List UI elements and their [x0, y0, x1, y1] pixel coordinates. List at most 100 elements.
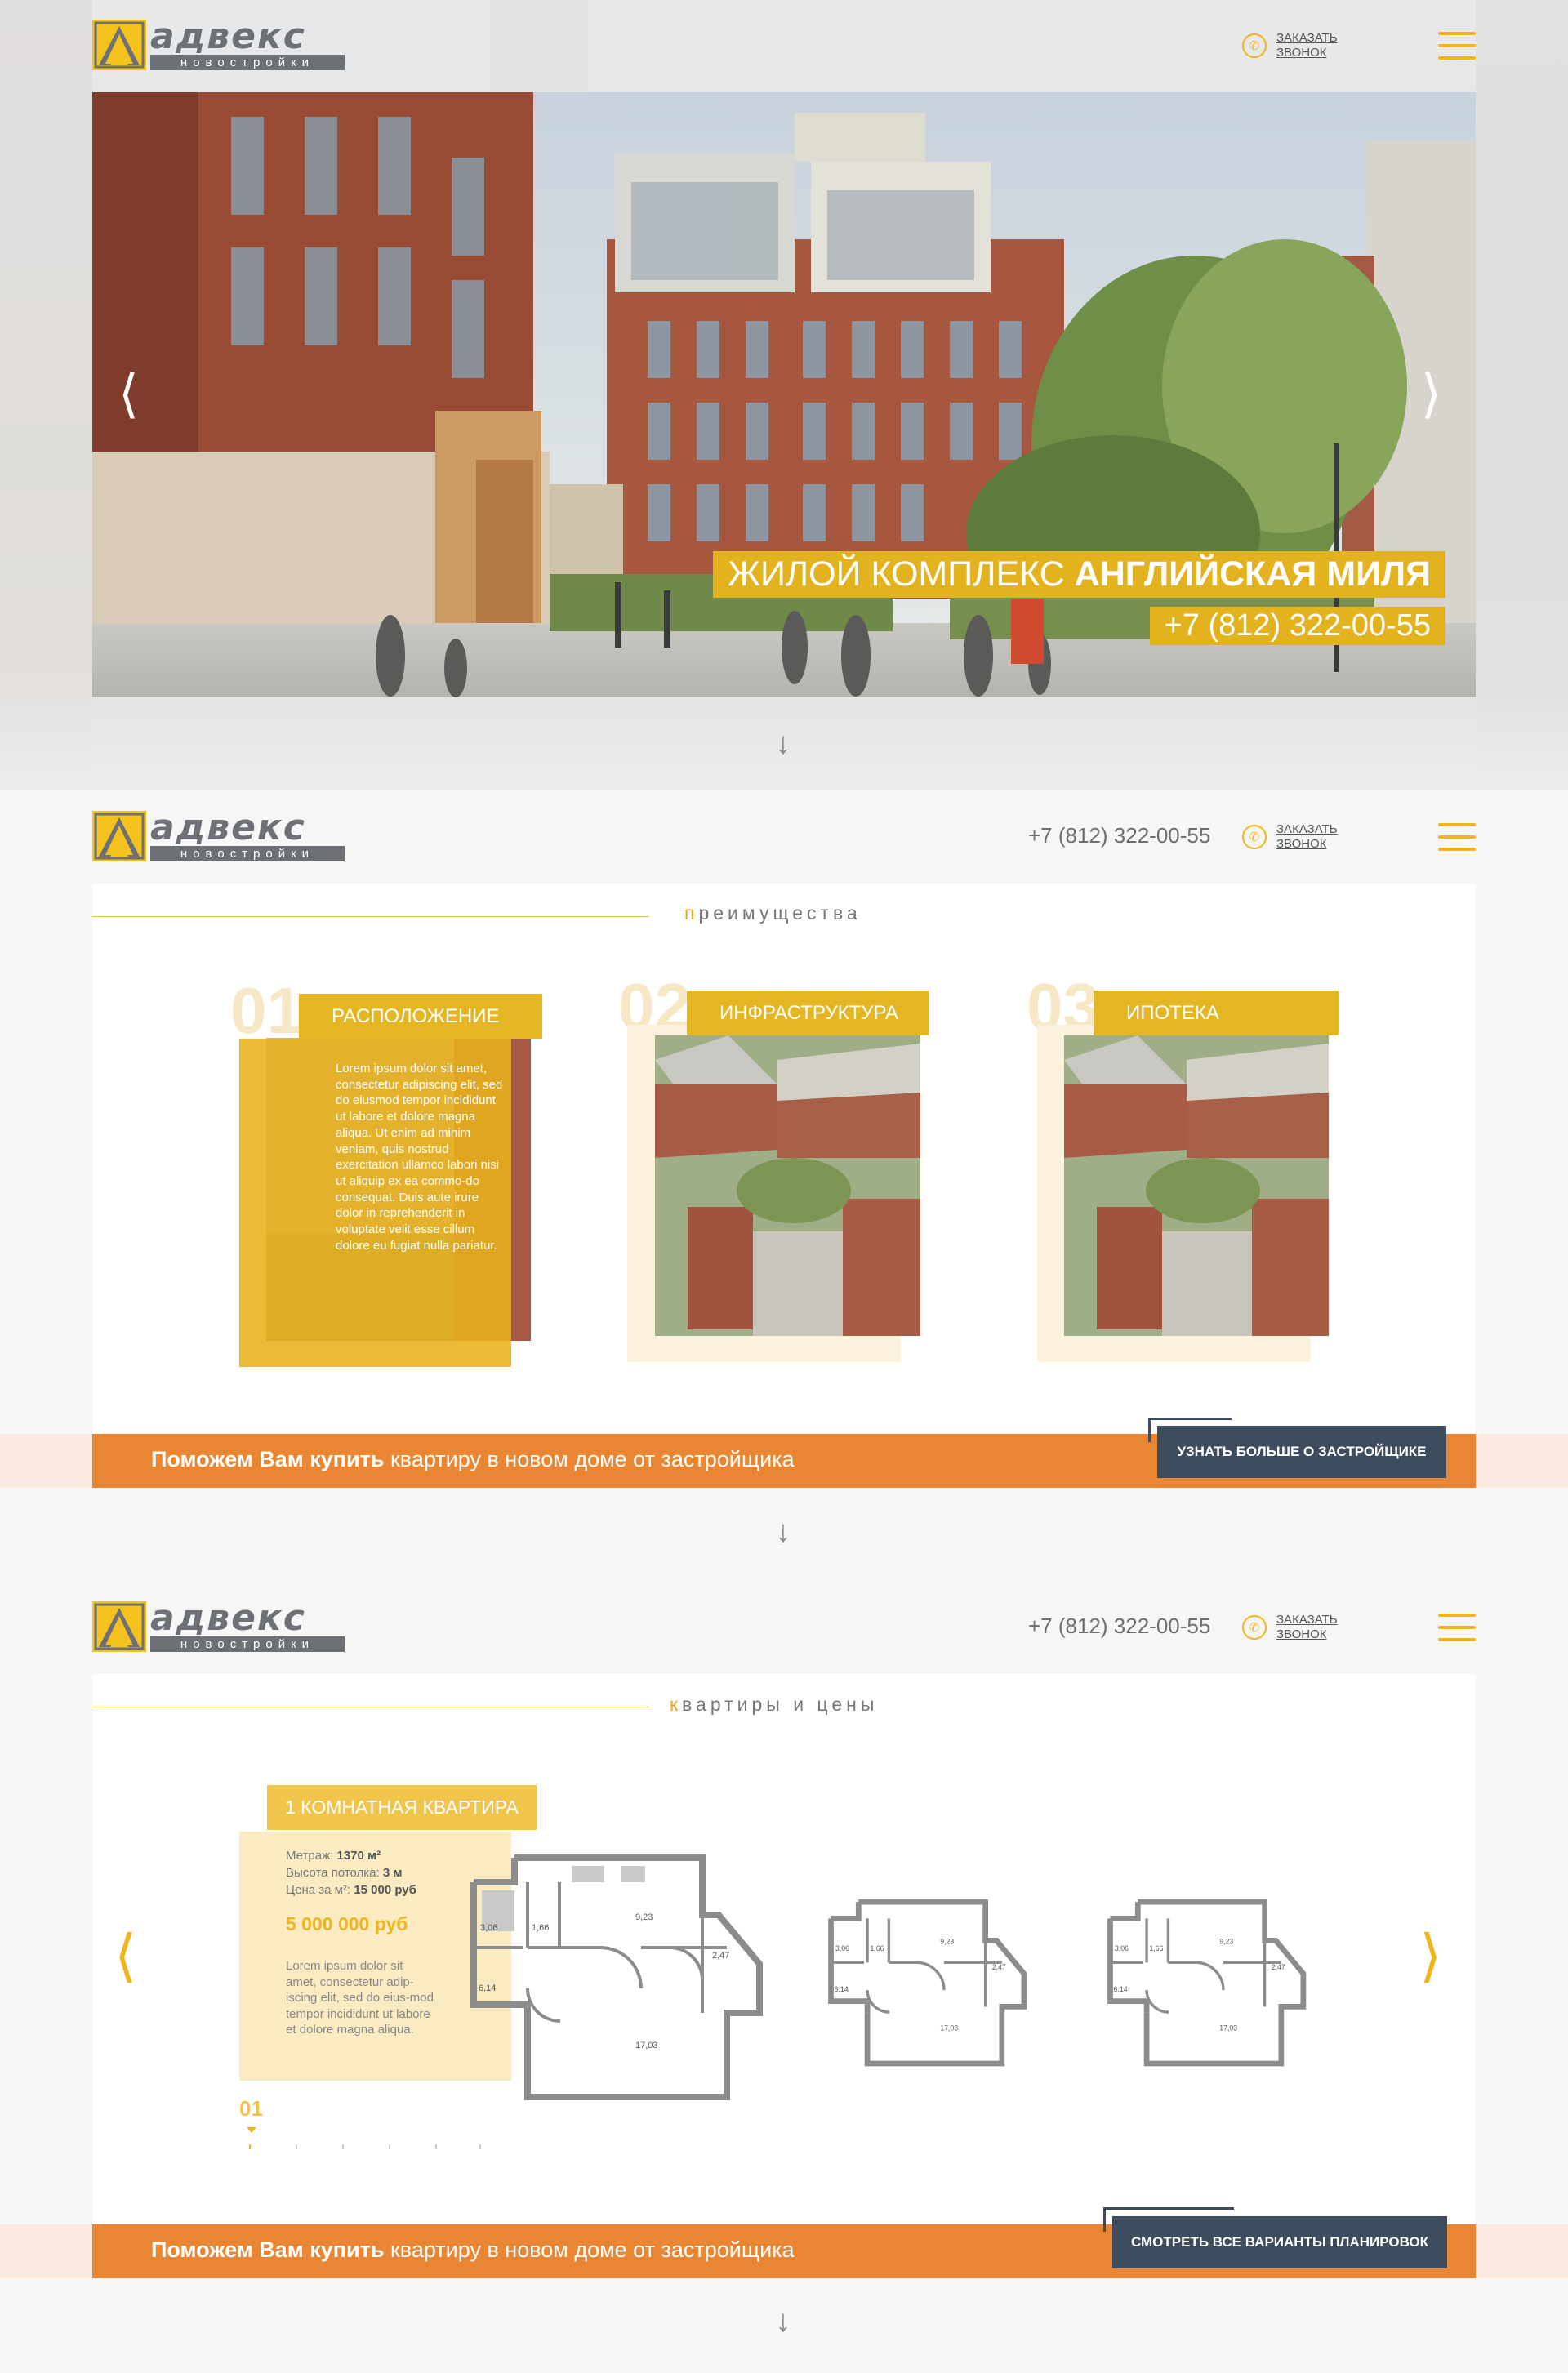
- room-label: 9,23: [635, 1912, 653, 1922]
- room-label: 6,14: [479, 1983, 496, 1993]
- room-label: 17,03: [940, 2024, 958, 2032]
- apartment-area-label: Метраж:: [286, 1849, 334, 1863]
- room-label: 1,66: [870, 1944, 884, 1952]
- pager-dot[interactable]: [435, 2144, 437, 2149]
- floor-plan-thumbnail[interactable]: 3,06 1,66 9,23 2,47 6,14 17,03: [820, 1896, 1031, 2068]
- header-phone[interactable]: +7 (812) 322-00-55: [1028, 1614, 1210, 1639]
- cta-text-bold: Поможем Вам купить: [151, 1447, 385, 1471]
- apartments-title: квартиры и цены: [670, 1694, 878, 1716]
- burger-menu-icon[interactable]: [1438, 32, 1476, 60]
- floor-plan-thumbnail[interactable]: 3,06 1,66 9,23 2,47 6,14 17,03: [1099, 1896, 1310, 2068]
- apartment-pager-number: 01: [239, 2096, 263, 2121]
- apartments-title-rest: вартиры и цены: [682, 1694, 879, 1715]
- advantage-label: ИПОТЕКА: [1094, 991, 1339, 1035]
- arrow-down-icon[interactable]: ↓: [773, 1515, 793, 1550]
- advantage-text: Lorem ipsum dolor sit amet, consectetur …: [336, 1062, 503, 1253]
- apartment-details: Метраж: 1370 м² Высота потолка: 3 м Цена…: [286, 1847, 416, 1899]
- aerial-building-illustration: [1064, 1035, 1329, 1336]
- apartment-area: Метраж: 1370 м²: [286, 1847, 416, 1864]
- room-label: 2,47: [1272, 1963, 1285, 1971]
- callback-link[interactable]: ✆ Заказать звонок: [1242, 1613, 1350, 1642]
- logo[interactable]: адвекс новостройки: [92, 1596, 345, 1652]
- logo[interactable]: адвекс новостройки: [92, 15, 345, 70]
- apartment-sqm-value: 15 000 руб: [354, 1883, 416, 1897]
- room-label: 3,06: [1115, 1944, 1129, 1952]
- pager-indicator-icon: [247, 2127, 256, 2133]
- arrow-right-icon[interactable]: ⟩: [1421, 367, 1441, 420]
- apartment-description: Lorem ipsum dolor sit amet, consectetur …: [286, 1959, 434, 2037]
- advantage-image: [1064, 1035, 1329, 1336]
- pager-dot[interactable]: [479, 2144, 481, 2149]
- apartment-sqm-label: Цена за м²:: [286, 1883, 351, 1897]
- room-label: 17,03: [1219, 2024, 1237, 2032]
- pager-dot[interactable]: [342, 2144, 344, 2149]
- developer-info-button[interactable]: УЗНАТЬ БОЛЬШЕ О ЗАСТРОЙЩИКЕ: [1157, 1426, 1446, 1478]
- apartment-area-value: 1370 м²: [336, 1849, 381, 1863]
- logo-name: адвекс: [150, 1596, 306, 1639]
- room-label: 1,66: [1149, 1944, 1163, 1952]
- aerial-building-illustration: [655, 1035, 920, 1336]
- hero-title-prefix: ЖИЛОЙ КОМПЛЕКС: [728, 554, 1065, 594]
- advantage-label: ИНФРАСТРУКТУРА: [687, 991, 929, 1035]
- apartment-type-label: 1 КОМНАТНАЯ КВАРТИРА: [267, 1785, 537, 1830]
- cta-text: Поможем Вам купить квартиру в новом доме…: [151, 2237, 795, 2263]
- advantage-label: РАСПОЛОЖЕНИЕ: [299, 994, 542, 1039]
- cta-text-rest: квартиру в новом доме от застройщика: [390, 2237, 795, 2262]
- hero-title: ЖИЛОЙ КОМПЛЕКС АНГЛИЙСКАЯ МИЛЯ: [713, 551, 1446, 598]
- pager-dot[interactable]: [249, 2144, 251, 2149]
- logo-name: адвекс: [150, 806, 306, 848]
- callback-label: Заказать звонок: [1276, 1613, 1338, 1641]
- logo-mark: [92, 811, 146, 861]
- apartments-title-first: к: [670, 1694, 683, 1715]
- apartment-price: 5 000 000 руб: [286, 1913, 408, 1934]
- all-layouts-button[interactable]: СМОТРЕТЬ ВСЕ ВАРИАНТЫ ПЛАНИРОВОК: [1112, 2216, 1447, 2268]
- arrow-left-icon[interactable]: ⟨: [114, 1927, 136, 1984]
- logo-text: адвекс новостройки: [150, 1596, 345, 1652]
- logo[interactable]: адвекс новостройки: [92, 806, 345, 861]
- room-label: 1,66: [532, 1923, 549, 1933]
- room-label: 2,47: [712, 1951, 729, 1961]
- logo-mark-icon: [94, 21, 145, 69]
- room-label: 3,06: [835, 1944, 849, 1952]
- callback-label: Заказать звонок: [1276, 822, 1338, 851]
- burger-menu-icon[interactable]: [1438, 823, 1476, 851]
- apartment-ceiling-value: 3 м: [382, 1866, 403, 1880]
- phone-icon: ✆: [1242, 33, 1267, 58]
- phone-icon: ✆: [1242, 825, 1267, 849]
- advantages-title-rest: реимущества: [698, 902, 862, 924]
- room-label: 6,14: [1114, 1985, 1128, 1993]
- logo-name: адвекс: [150, 15, 306, 57]
- advantages-title-first: п: [684, 902, 699, 924]
- header-phone[interactable]: +7 (812) 322-00-55: [1028, 823, 1210, 848]
- apartment-ceiling: Высота потолка: 3 м: [286, 1864, 416, 1881]
- room-label: 3,06: [480, 1923, 497, 1933]
- advantage-image: [655, 1035, 920, 1336]
- room-label: 9,23: [1219, 1937, 1233, 1945]
- arrow-right-icon[interactable]: ⟩: [1419, 1927, 1441, 1984]
- room-label: 17,03: [635, 2041, 658, 2050]
- callback-label: Заказать звонок: [1276, 31, 1338, 60]
- pager-dot[interactable]: [296, 2144, 297, 2149]
- advantage-number: 01: [230, 974, 303, 1047]
- room-label: 2,47: [992, 1963, 1006, 1971]
- arrow-left-icon[interactable]: ⟨: [118, 367, 139, 420]
- logo-mark: [92, 1601, 146, 1652]
- logo-mark: [92, 20, 146, 70]
- apartment-sqm-price: Цена за м²: 15 000 руб: [286, 1881, 416, 1899]
- floor-plan-main[interactable]: 3,06 1,66 9,23 2,47 6,14 17,03: [457, 1850, 769, 2103]
- hero-phone[interactable]: +7 (812) 322-00-55: [1149, 607, 1446, 645]
- burger-menu-icon[interactable]: [1438, 1614, 1476, 1641]
- callback-link[interactable]: ✆ Заказать звонок: [1242, 31, 1350, 60]
- arrow-down-icon[interactable]: ↓: [773, 727, 793, 762]
- callback-link[interactable]: ✆ Заказать звонок: [1242, 822, 1350, 852]
- logo-text: адвекс новостройки: [150, 15, 345, 70]
- cta-text: Поможем Вам купить квартиру в новом доме…: [151, 1447, 795, 1472]
- cta-text-bold: Поможем Вам купить: [151, 2237, 385, 2262]
- section-divider: [92, 916, 649, 917]
- hero-title-bold: АНГЛИЙСКАЯ МИЛЯ: [1074, 554, 1431, 594]
- pager-dot[interactable]: [389, 2144, 390, 2149]
- room-label: 9,23: [940, 1937, 954, 1945]
- cta-text-rest: квартиру в новом доме от застройщика: [390, 1447, 795, 1471]
- arrow-down-icon[interactable]: ↓: [773, 2304, 793, 2340]
- logo-mark-icon: [94, 813, 145, 860]
